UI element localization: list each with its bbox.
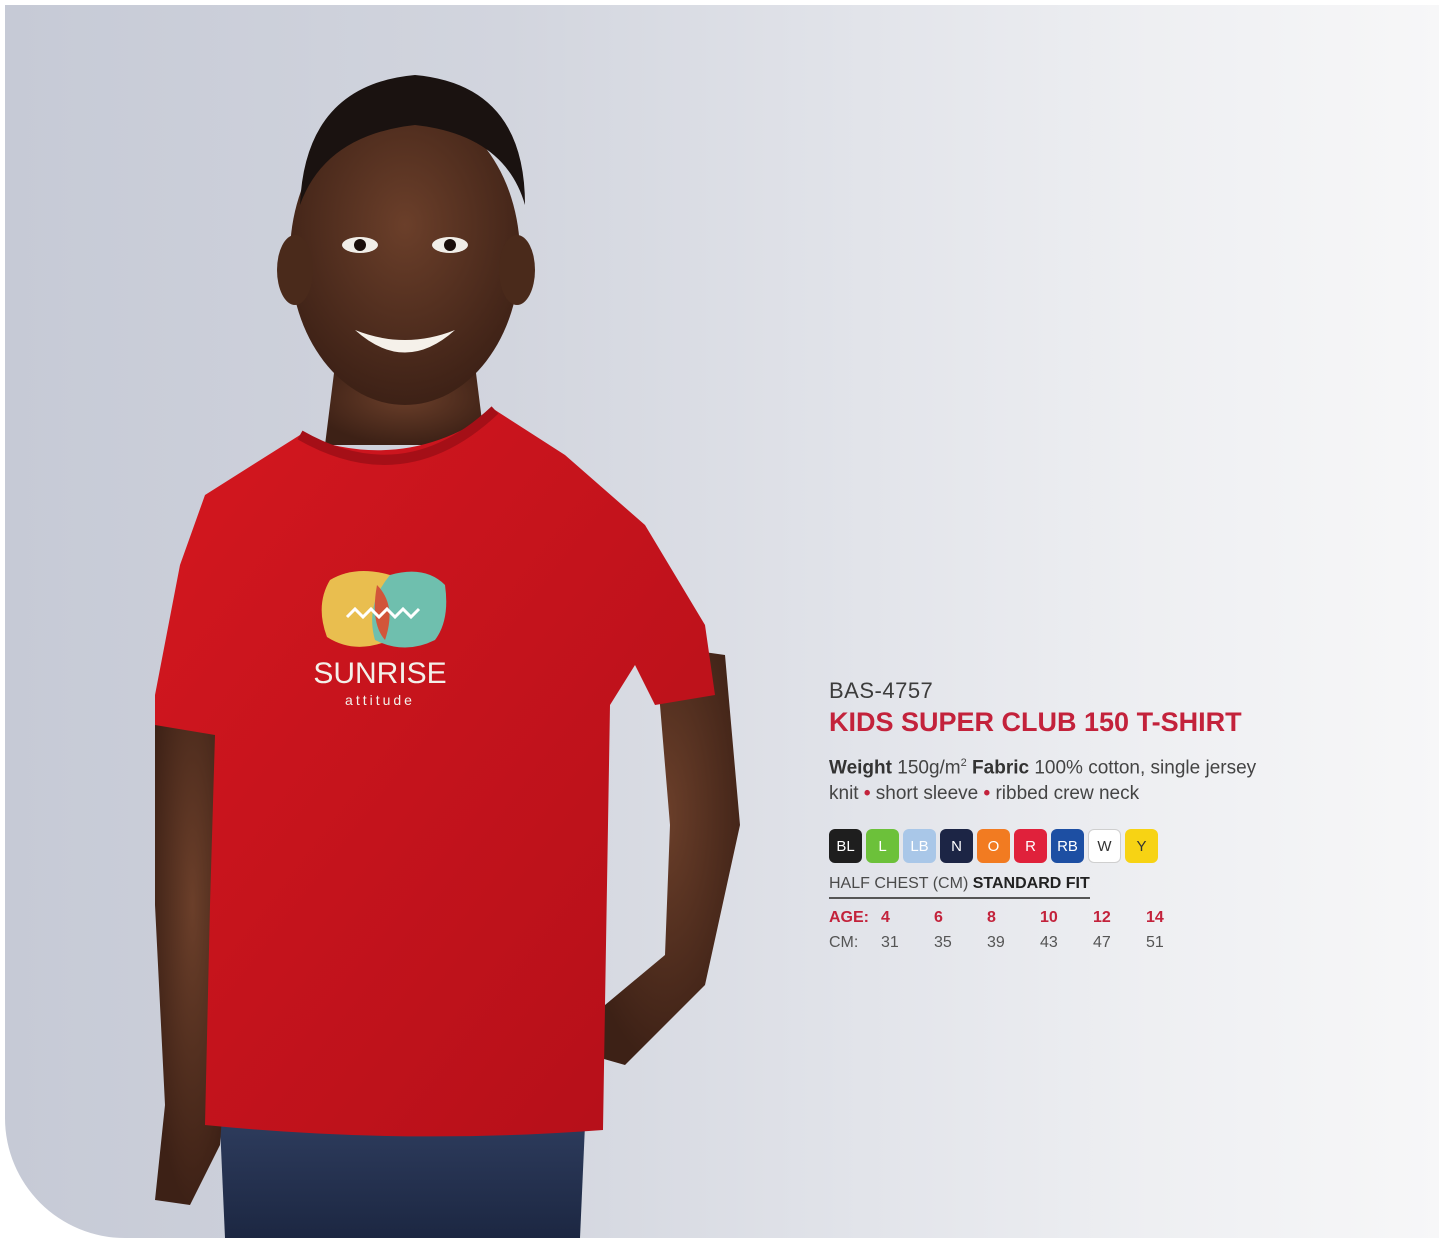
fabric-label: Fabric [972, 757, 1030, 779]
age-value: 12 [1093, 908, 1111, 926]
cm-value: 43 [1040, 933, 1058, 951]
weight-label: Weight [829, 757, 892, 779]
weight-value: 150g/m [897, 757, 961, 779]
colour-swatch-y: Y [1125, 829, 1158, 864]
age-label: AGE: [829, 908, 869, 926]
colour-swatch-rb: RB [1051, 829, 1084, 864]
product-photo: SUNRISE attitude [5, 5, 825, 1238]
cm-value: 35 [934, 933, 952, 951]
cm-value: 51 [1146, 933, 1164, 951]
age-value: 4 [881, 908, 890, 926]
bullet-1: • [863, 783, 871, 805]
age-row: AGE: 4 6 8 10 12 14 [829, 905, 1269, 930]
age-value: 8 [987, 908, 996, 926]
cm-value: 47 [1093, 933, 1111, 951]
feature-neck: ribbed crew neck [995, 783, 1140, 805]
colour-swatch-n: N [940, 829, 973, 864]
colour-swatch-bl: BL [829, 829, 862, 864]
bullet-2: • [983, 783, 991, 805]
age-value: 14 [1146, 908, 1164, 926]
feature-sleeve: short sleeve [875, 783, 979, 805]
cm-label: CM: [829, 933, 859, 951]
shirt-logo-text: SUNRISE [313, 657, 446, 690]
product-description: Weight 150g/m2 Fabric 100% cotton, singl… [829, 750, 1269, 807]
colour-swatch-r: R [1014, 829, 1047, 864]
cm-value: 31 [881, 933, 899, 951]
colour-swatches: BL L LB N O R RB W Y [829, 829, 1269, 864]
product-title: KIDS SUPER CLUB 150 T-SHIRT [829, 707, 1242, 737]
catalogue-page: SUNRISE attitude BAS-4757 KIDS SUPER CLU… [5, 5, 1439, 1238]
colour-swatch-o: O [977, 829, 1010, 864]
product-code: BAS-4757 [829, 678, 934, 703]
weight-sup: 2 [960, 757, 967, 769]
colour-swatch-lb: LB [903, 829, 936, 864]
cm-value: 39 [987, 933, 1005, 951]
age-value: 6 [934, 908, 943, 926]
shirt-logo-subtext: attitude [345, 692, 415, 708]
shirt-logo: SUNRISE attitude [313, 571, 447, 708]
product-info: BAS-4757 KIDS SUPER CLUB 150 T-SHIRT Wei… [829, 678, 1269, 955]
age-value: 10 [1040, 908, 1058, 926]
colour-swatch-l: L [866, 829, 899, 864]
size-heading-prefix: HALF CHEST (CM) [829, 875, 969, 893]
size-chart: AGE: 4 6 8 10 12 14 CM: 31 35 39 43 47 51 [829, 905, 1269, 955]
size-chart-heading: HALF CHEST (CM) STANDARD FIT [829, 875, 1090, 900]
colour-swatch-w: W [1088, 829, 1121, 864]
cm-row: CM: 31 35 39 43 47 51 [829, 930, 1269, 955]
size-heading-fit: STANDARD FIT [972, 875, 1090, 893]
